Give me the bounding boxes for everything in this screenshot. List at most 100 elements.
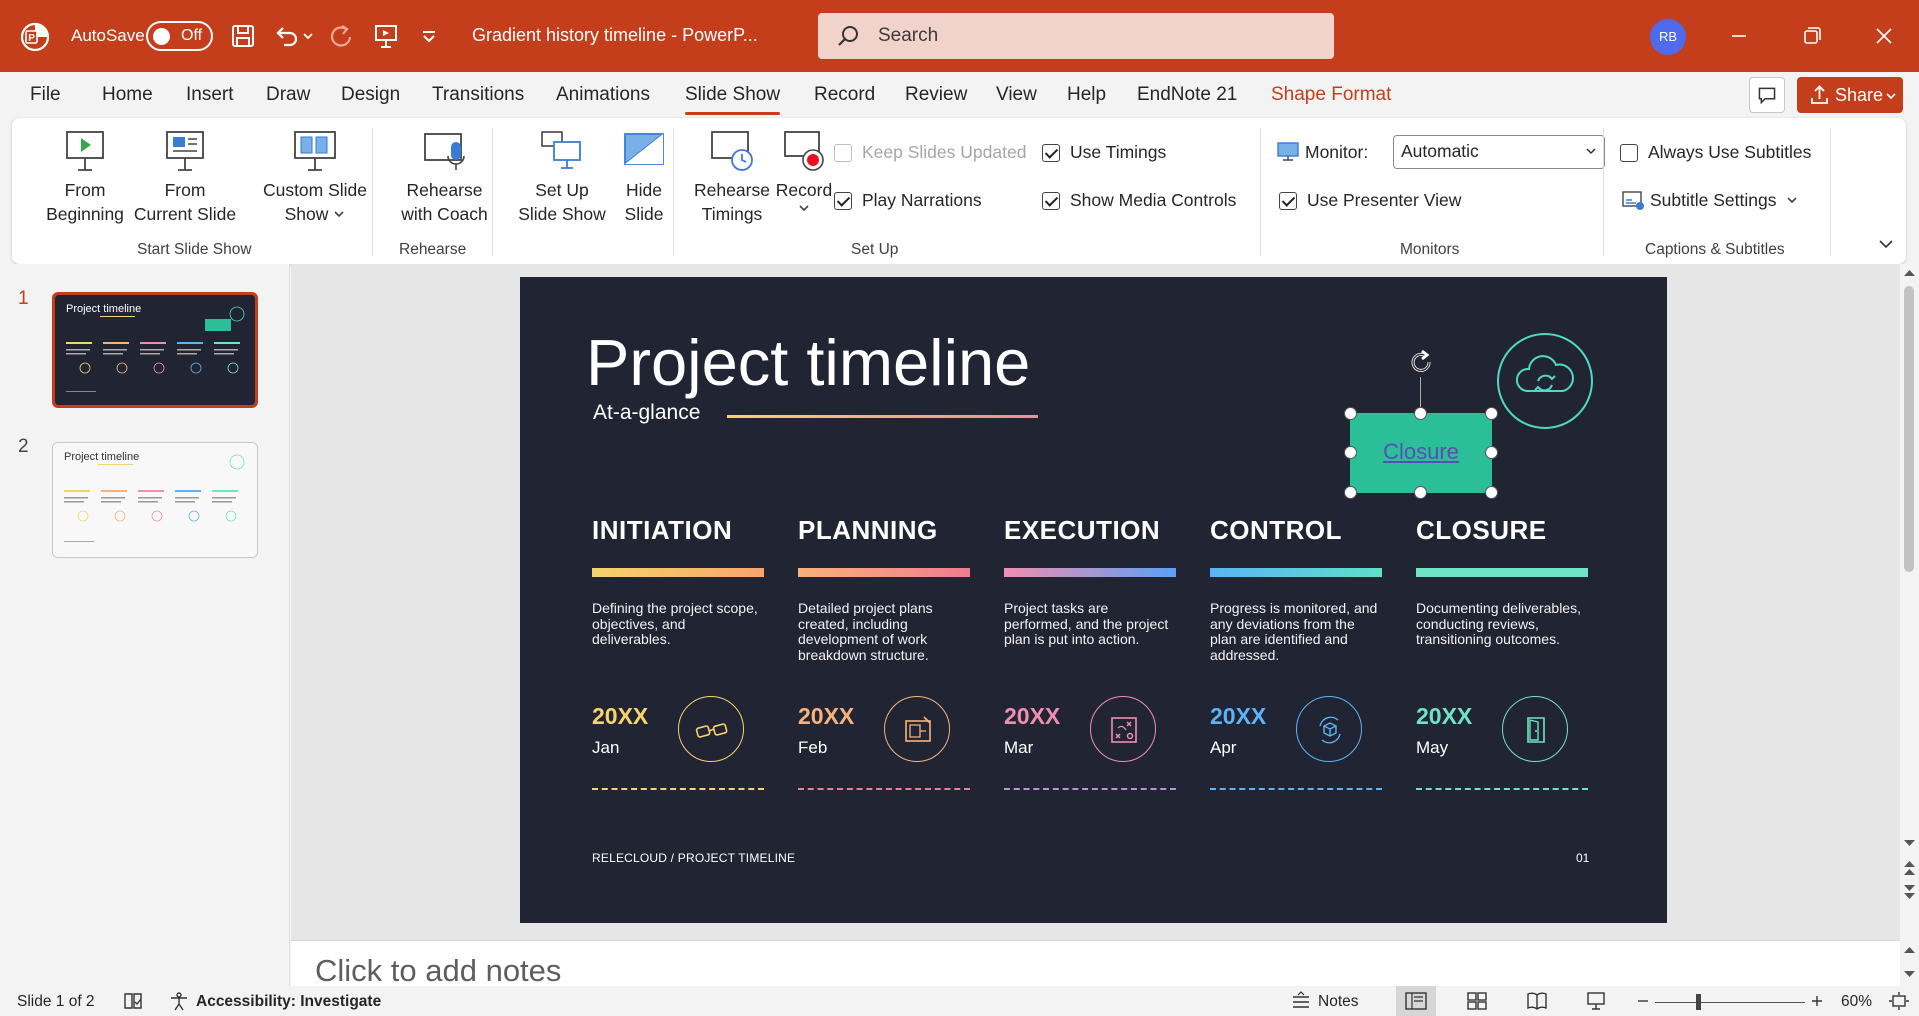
undo-dropdown-chevron-icon[interactable] bbox=[300, 20, 316, 52]
slide-number[interactable]: 01 bbox=[1576, 851, 1589, 865]
current-slide[interactable]: Project timeline At-a-glance Closure INI… bbox=[520, 277, 1667, 923]
tab-shape-format[interactable]: Shape Format bbox=[1271, 84, 1391, 106]
present-from-beginning-icon[interactable] bbox=[370, 20, 402, 52]
resize-handle-bottom[interactable] bbox=[1414, 486, 1427, 499]
cloud-sync-icon-circle[interactable] bbox=[1497, 333, 1593, 429]
restore-icon[interactable] bbox=[1796, 20, 1828, 52]
tab-review[interactable]: Review bbox=[905, 84, 967, 106]
resize-handle-top-left[interactable] bbox=[1344, 407, 1357, 420]
use-timings-checkbox[interactable]: Use Timings bbox=[1042, 142, 1166, 163]
monitor-label: Monitor: bbox=[1305, 142, 1369, 162]
always-use-subtitles-checkbox[interactable]: Always Use Subtitles bbox=[1620, 142, 1811, 163]
tab-view[interactable]: View bbox=[996, 84, 1037, 106]
spelling-check-icon[interactable] bbox=[122, 991, 144, 1011]
slide-thumbnail-2[interactable]: Project timeline bbox=[52, 442, 258, 558]
notes-toggle-label[interactable]: Notes bbox=[1318, 993, 1359, 1011]
zoom-in-icon[interactable] bbox=[1806, 991, 1828, 1011]
undo-icon[interactable] bbox=[270, 20, 302, 52]
scrollbar-thumb[interactable] bbox=[1904, 286, 1914, 572]
tab-record[interactable]: Record bbox=[814, 84, 875, 106]
tab-draw[interactable]: Draw bbox=[266, 84, 310, 106]
closure-shape-text[interactable]: Closure bbox=[1350, 439, 1492, 465]
tab-design[interactable]: Design bbox=[341, 84, 400, 106]
resize-handle-left[interactable] bbox=[1344, 446, 1357, 459]
subtitle-settings-button[interactable]: Subtitle Settings bbox=[1622, 190, 1798, 211]
slide-show-view-icon[interactable] bbox=[1585, 991, 1607, 1011]
scroll-up-arrow-icon[interactable] bbox=[1903, 268, 1916, 278]
from-current-slide-button[interactable]: From Current Slide bbox=[120, 128, 250, 226]
slide-subtitle[interactable]: At-a-glance bbox=[593, 401, 700, 425]
tab-animations[interactable]: Animations bbox=[556, 84, 650, 106]
accessibility-status[interactable]: Accessibility: Investigate bbox=[196, 993, 381, 1011]
hide-slide-button[interactable]: Hide Slide bbox=[604, 128, 684, 226]
rotate-handle-icon[interactable] bbox=[1406, 347, 1436, 377]
group-separator bbox=[673, 128, 674, 256]
notes-scroll-arrows-icon[interactable] bbox=[1903, 943, 1916, 983]
normal-view-button[interactable] bbox=[1396, 986, 1436, 1016]
comments-button[interactable] bbox=[1749, 77, 1785, 113]
slide-thumbnail-1[interactable]: Project timeline bbox=[52, 292, 258, 408]
resize-handle-bottom-right[interactable] bbox=[1485, 486, 1498, 499]
notes-icon[interactable] bbox=[1290, 991, 1312, 1011]
collapse-ribbon-chevron-down-icon[interactable] bbox=[1878, 236, 1894, 252]
resize-handle-top-right[interactable] bbox=[1485, 407, 1498, 420]
slide-sorter-icon[interactable] bbox=[1466, 991, 1488, 1011]
zoom-slider-thumb[interactable] bbox=[1696, 994, 1701, 1010]
group-label-start-slide-show: Start Slide Show bbox=[137, 241, 252, 258]
tab-slide-show[interactable]: Slide Show bbox=[685, 84, 781, 115]
close-icon[interactable] bbox=[1868, 20, 1900, 52]
phase-gradient-bar bbox=[1416, 568, 1588, 577]
vertical-scrollbar[interactable] bbox=[1900, 264, 1919, 940]
zoom-slider[interactable] bbox=[1655, 1002, 1805, 1003]
phase-initiation[interactable]: INITIATION Defining the project scope, o… bbox=[592, 515, 766, 790]
previous-slide-icon[interactable] bbox=[1903, 860, 1916, 876]
rehearse-coach-line1: Rehearse bbox=[406, 180, 483, 200]
rehearse-coach-icon bbox=[423, 133, 465, 170]
keep-slides-updated-label: Keep Slides Updated bbox=[862, 142, 1027, 162]
tab-home[interactable]: Home bbox=[102, 84, 153, 106]
redo-icon[interactable] bbox=[326, 20, 358, 52]
minimize-icon[interactable] bbox=[1723, 20, 1755, 52]
autosave-toggle[interactable]: Off bbox=[146, 21, 213, 51]
tab-endnote[interactable]: EndNote 21 bbox=[1137, 84, 1237, 106]
resize-handle-top[interactable] bbox=[1414, 407, 1427, 420]
resize-handle-bottom-left[interactable] bbox=[1344, 486, 1357, 499]
search-box[interactable]: Search bbox=[818, 13, 1334, 59]
custom-slide-show-button[interactable]: Custom Slide Show bbox=[245, 128, 385, 226]
zoom-out-icon[interactable] bbox=[1632, 991, 1654, 1011]
phase-execution[interactable]: EXECUTION Project tasks are performed, a… bbox=[1004, 515, 1178, 790]
share-button[interactable]: Share bbox=[1797, 77, 1903, 113]
play-narrations-checkbox[interactable]: Play Narrations bbox=[834, 190, 982, 211]
reading-view-icon[interactable] bbox=[1526, 991, 1548, 1011]
fit-slide-to-window-icon[interactable] bbox=[1888, 991, 1910, 1011]
rehearse-with-coach-button[interactable]: Rehearse with Coach bbox=[382, 128, 507, 226]
notes-pane[interactable]: Click to add notes bbox=[291, 940, 1915, 988]
slide-title[interactable]: Project timeline bbox=[586, 325, 1030, 400]
closure-shape-selected[interactable]: Closure bbox=[1350, 413, 1492, 493]
tab-insert[interactable]: Insert bbox=[186, 84, 234, 106]
scroll-down-arrow-icon[interactable] bbox=[1903, 838, 1916, 848]
tab-transitions[interactable]: Transitions bbox=[432, 84, 524, 106]
monitor-select[interactable]: Automatic bbox=[1393, 135, 1605, 169]
slide-footer[interactable]: RELECLOUD / PROJECT TIMELINE bbox=[592, 851, 795, 865]
subtitle-gradient-line bbox=[727, 415, 1038, 418]
accessibility-icon[interactable] bbox=[168, 991, 190, 1011]
tab-file[interactable]: File bbox=[30, 84, 61, 106]
play-from-start-icon bbox=[66, 131, 104, 171]
resize-handle-right[interactable] bbox=[1485, 446, 1498, 459]
next-slide-icon[interactable] bbox=[1903, 884, 1916, 900]
tab-help[interactable]: Help bbox=[1067, 84, 1106, 106]
use-presenter-view-checkbox[interactable]: Use Presenter View bbox=[1279, 190, 1461, 211]
record-button[interactable]: Record bbox=[764, 128, 844, 218]
zoom-level[interactable]: 60% bbox=[1841, 993, 1872, 1011]
user-avatar[interactable]: RB bbox=[1650, 19, 1686, 55]
customize-quick-access-icon[interactable] bbox=[414, 20, 444, 52]
show-media-controls-checkbox[interactable]: Show Media Controls bbox=[1042, 190, 1236, 211]
phase-planning[interactable]: PLANNING Detailed project plans created,… bbox=[798, 515, 972, 790]
phase-control[interactable]: CONTROL Progress is monitored, and any d… bbox=[1210, 515, 1384, 790]
slide-counter[interactable]: Slide 1 of 2 bbox=[17, 993, 95, 1011]
phase-year: 20XX bbox=[592, 703, 649, 729]
phase-closure[interactable]: CLOSURE Documenting deliverables, conduc… bbox=[1416, 515, 1590, 790]
save-icon[interactable] bbox=[227, 20, 259, 52]
keep-slides-updated-checkbox[interactable]: Keep Slides Updated bbox=[834, 142, 1026, 163]
